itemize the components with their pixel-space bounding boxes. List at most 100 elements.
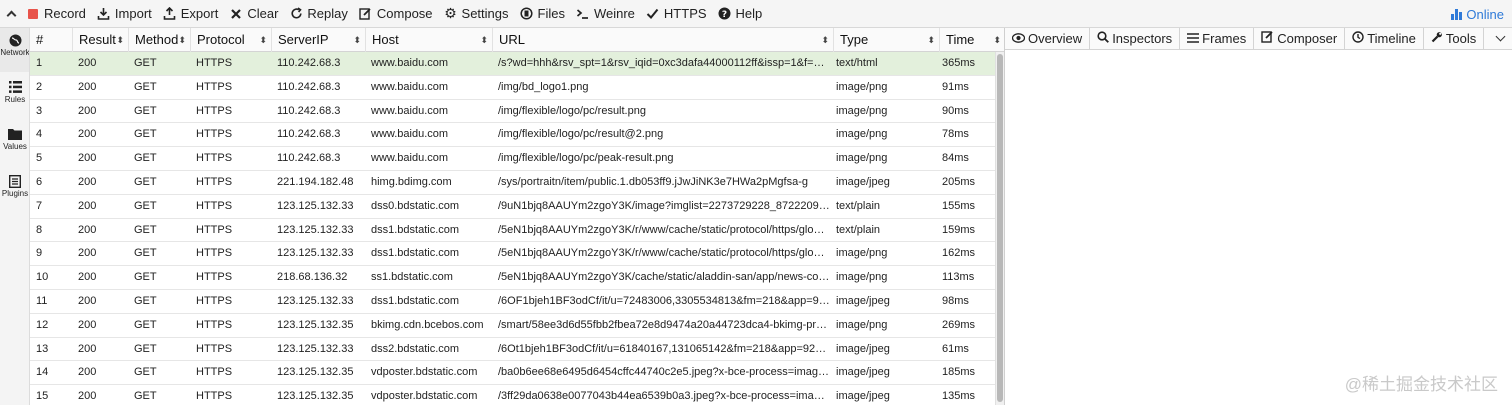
cell-protocol: HTTPS (196, 271, 233, 284)
cell-serverip: 110.242.68.3 (277, 80, 341, 93)
column-header-serverip[interactable]: ServerIP ⬍ (271, 28, 365, 52)
cell-type: image/jpeg (836, 342, 890, 355)
tab-inspectors[interactable]: Inspectors (1090, 28, 1181, 50)
scrollbar-thumb[interactable] (997, 54, 1003, 402)
clock-icon (1352, 28, 1364, 50)
table-row[interactable]: 5 200 GET HTTPS 110.242.68.3 www.baidu.com/im… (30, 147, 996, 171)
sidebar-item-plugins[interactable]: Plugins (0, 169, 29, 213)
column-header-host[interactable]: Host ⬍ (365, 28, 492, 52)
cell-method: GET (134, 152, 157, 165)
table-row[interactable]: 6 200 GET HTTPS 221.194.182.48 himg.bdimg.com… (30, 171, 996, 195)
table-row[interactable]: 15 200 GET HTTPS 123.125.132.35 vdposter.bdst… (30, 385, 996, 405)
cell-serverip: 123.125.132.33 (277, 223, 354, 236)
sort-icon: ⬍ (353, 35, 361, 45)
sidebar-item-values[interactable]: Values (0, 122, 29, 166)
table-row[interactable]: 3 200 GET HTTPS 110.242.68.3 www.baidu.com/im… (30, 100, 996, 124)
column-header-protocol[interactable]: Protocol ⬍ (190, 28, 271, 52)
files-icon (520, 7, 534, 21)
table-row[interactable]: 1 200 GET HTTPS 110.242.68.3 www.baidu.com/s?… (30, 52, 996, 76)
settings-button[interactable]: ⚙ Settings (438, 0, 514, 28)
replay-button[interactable]: Replay (283, 0, 352, 28)
cell-type: image/png (836, 80, 888, 93)
sidebar-label-plugins: Plugins (1, 189, 29, 198)
table-row[interactable]: 14 200 GET HTTPS 123.125.132.35 vdposter.bdst… (30, 361, 996, 386)
details-tabs: Overview Inspectors Frames Composer Time… (1005, 28, 1512, 50)
table-row[interactable]: 7 200 GET HTTPS 123.125.132.33 dss0.bdstatic.… (30, 195, 996, 219)
cell-serverip: 110.242.68.3 (277, 152, 341, 165)
compose-label: Compose (376, 6, 433, 21)
help-button[interactable]: ? Help (712, 0, 768, 28)
weinre-label: Weinre (593, 6, 635, 21)
more-tabs-button[interactable] (1488, 28, 1512, 50)
tab-frames[interactable]: Frames (1180, 28, 1255, 50)
sort-icon: ⬍ (993, 35, 1001, 45)
https-button[interactable]: HTTPS (640, 0, 712, 28)
cell-method: GET (134, 366, 157, 379)
tab-composer[interactable]: Composer (1254, 28, 1346, 50)
cell-serverip: 110.242.68.3 (277, 57, 341, 69)
network-table: # Result ⬍ Method ⬍ Protocol ⬍ ServerIP ⬍ Ho… (30, 28, 1005, 405)
tab-overview[interactable]: Overview (1005, 28, 1091, 50)
cell-protocol: HTTPS (196, 104, 233, 117)
cell-method: GET (134, 128, 157, 141)
record-button[interactable]: Record (22, 0, 91, 28)
column-header-url[interactable]: URL ⬍ (492, 28, 833, 52)
column-header-type[interactable]: Type ⬍ (833, 28, 939, 52)
column-header-time[interactable]: Time ⬍ (939, 28, 1004, 52)
cell-host: dss0.bdstatic.com (371, 199, 460, 212)
table-row[interactable]: 10 200 GET HTTPS 218.68.136.32 ss1.bdstatic.c… (30, 266, 996, 290)
cell-type: text/plain (836, 199, 881, 212)
sidebar-item-rules[interactable]: Rules (0, 75, 29, 119)
tab-tools[interactable]: Tools (1424, 28, 1485, 50)
collapse-toolbar-button[interactable] (0, 0, 22, 28)
cell-result: 200 (78, 271, 97, 284)
cell-host: vdposter.bdstatic.com (371, 366, 478, 379)
cell-protocol: HTTPS (196, 175, 233, 188)
cell-result: 200 (78, 390, 97, 403)
online-status[interactable]: Online (1451, 0, 1504, 28)
cell-result: 200 (78, 128, 97, 141)
table-body: 1 200 GET HTTPS 110.242.68.3 www.baidu.com/s?… (30, 52, 996, 405)
export-button[interactable]: Export (157, 0, 224, 28)
cell-index: 7 (36, 199, 43, 212)
table-row[interactable]: 13 200 GET HTTPS 123.125.132.33 dss2.bdstatic… (30, 338, 996, 362)
cell-url: /6OF1bjeh1BF3odCf/it/u=72483006,33055348… (498, 294, 830, 307)
sidebar-label-rules: Rules (4, 95, 26, 104)
cell-url: /5eN1bjq8AAUYm2zgoY3K/r/www/cache/static… (498, 223, 830, 236)
clear-button[interactable]: Clear (223, 0, 283, 28)
column-header-method[interactable]: Method ⬍ (128, 28, 190, 52)
table-row[interactable]: 11 200 GET HTTPS 123.125.132.33 dss1.bdstatic… (30, 290, 996, 314)
cell-index: 3 (36, 104, 43, 117)
table-scrollbar[interactable] (995, 52, 1004, 405)
column-header-index[interactable]: # (30, 28, 72, 52)
cell-index: 5 (36, 152, 43, 165)
cell-index: 15 (36, 390, 49, 403)
cell-host: dss2.bdstatic.com (371, 342, 460, 355)
tab-timeline[interactable]: Timeline (1345, 28, 1424, 50)
cell-index: 4 (36, 128, 43, 141)
cell-host: vdposter.bdstatic.com (371, 390, 478, 403)
cell-serverip: 123.125.132.33 (277, 342, 354, 355)
globe-icon (0, 28, 29, 48)
sidebar-item-network[interactable]: Network (0, 28, 29, 72)
cell-protocol: HTTPS (196, 152, 233, 165)
table-row[interactable]: 8 200 GET HTTPS 123.125.132.33 dss1.bdstatic.… (30, 219, 996, 243)
left-sidebar: Network Rules Values Plugins (0, 28, 30, 405)
compose-icon (359, 7, 373, 21)
column-header-result[interactable]: Result ⬍ (72, 28, 128, 52)
cell-protocol: HTTPS (196, 366, 233, 379)
table-row[interactable]: 4 200 GET HTTPS 110.242.68.3 www.baidu.com/im… (30, 123, 996, 148)
frames-icon (1187, 28, 1200, 50)
cell-method: GET (134, 175, 157, 188)
cell-result: 200 (78, 318, 97, 331)
cell-url: /img/flexible/logo/pc/peak-result.png (498, 152, 674, 165)
cell-method: GET (134, 318, 157, 331)
table-row[interactable]: 2 200 GET HTTPS 110.242.68.3 www.baidu.com/im… (30, 76, 996, 100)
table-row[interactable]: 12 200 GET HTTPS 123.125.132.35 bkimg.cdn.bce… (30, 314, 996, 338)
import-button[interactable]: Import (91, 0, 157, 28)
compose-button[interactable]: Compose (353, 0, 438, 28)
weinre-button[interactable]: Weinre (570, 0, 640, 28)
cell-host: dss1.bdstatic.com (371, 223, 460, 236)
files-button[interactable]: Files (514, 0, 570, 28)
table-row[interactable]: 9 200 GET HTTPS 123.125.132.33 dss1.bdstatic.… (30, 242, 996, 267)
